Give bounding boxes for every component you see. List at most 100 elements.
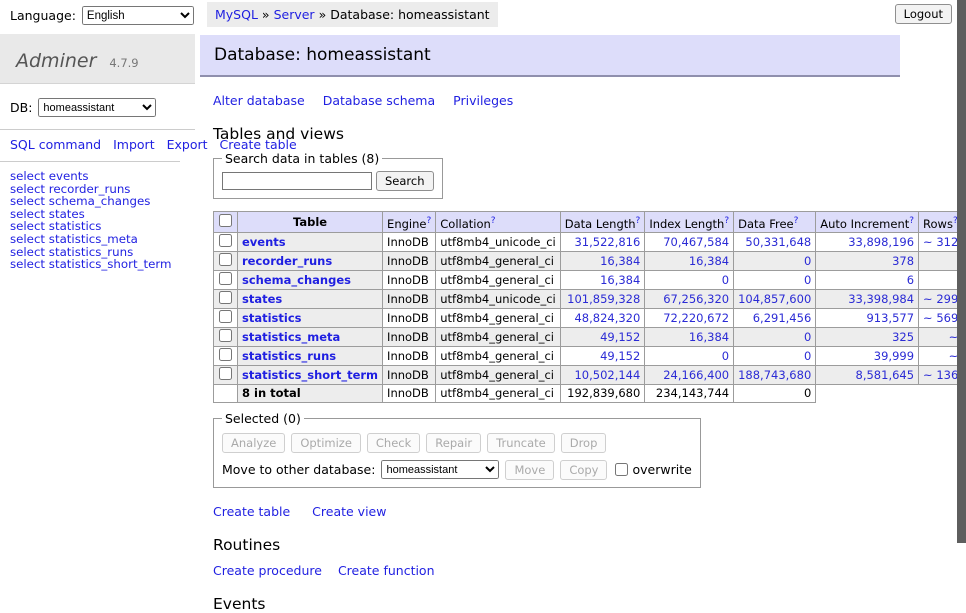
table-name-link[interactable]: events [242,235,286,249]
row-checkbox[interactable] [219,253,232,266]
data_length-value[interactable]: 16,384 [600,254,640,268]
index_length-value[interactable]: 72,220,672 [663,311,729,325]
auto_increment-value[interactable]: 33,398,984 [848,292,914,306]
table-row: statistics_metaInnoDButf8mb4_general_ci4… [214,327,966,346]
create-function-link[interactable]: Create function [338,563,435,578]
auto_increment-value[interactable]: 378 [892,254,914,268]
create-procedure-link[interactable]: Create procedure [213,563,322,578]
index_length-value[interactable]: 0 [722,273,729,287]
table-name-cell: statistics_short_term [238,365,383,384]
data_length-value[interactable]: 49,152 [600,349,640,363]
move-database-select[interactable]: homeassistant [381,460,499,479]
data_free-value[interactable]: 188,743,680 [738,368,811,382]
engine-cell: InnoDB [383,327,436,346]
data_length-cell: 16,384 [560,270,645,289]
row-checkbox[interactable] [219,291,232,304]
row-checkbox-cell [214,251,238,270]
data_length-value[interactable]: 16,384 [600,273,640,287]
index_length-value[interactable]: 70,467,584 [663,235,729,249]
row-checkbox[interactable] [219,367,232,380]
language-select[interactable]: English [82,6,194,25]
auto_increment-cell: 39,999 [816,346,919,365]
auto_increment-cell: 6 [816,270,919,289]
data_length-value[interactable]: 49,152 [600,330,640,344]
index_length-value[interactable]: 67,256,320 [663,292,729,306]
engine-cell: InnoDB [383,232,436,251]
data_free-value[interactable]: 0 [804,330,811,344]
data_free-value[interactable]: 0 [804,254,811,268]
auto_increment-value[interactable]: 33,898,196 [848,235,914,249]
row-checkbox[interactable] [219,348,232,361]
table-name-link[interactable]: schema_changes [242,273,351,287]
data_free-value[interactable]: 104,857,600 [738,292,811,306]
sidebar-item-select-schema-changes[interactable]: select schema_changes [10,195,185,208]
data_length-value[interactable]: 31,522,816 [574,235,640,249]
help-icon[interactable]: ? [426,216,431,226]
collation-cell: utf8mb4_unicode_ci [436,232,561,251]
create-table-link[interactable]: Create table [213,504,290,519]
data_length-value[interactable]: 101,859,328 [567,292,640,306]
app-name[interactable]: Adminer [16,50,96,72]
data_free-value[interactable]: 6,291,456 [753,311,812,325]
sidebar-link-import[interactable]: Import [113,137,155,152]
index_length-value[interactable]: 0 [722,349,729,363]
repair-button: Repair [426,433,481,453]
language-label: Language: [10,8,76,23]
auto_increment-cell: 378 [816,251,919,270]
row-checkbox[interactable] [219,329,232,342]
db-select[interactable]: homeassistant [38,98,156,117]
help-icon[interactable]: ? [794,216,799,226]
index_length-value[interactable]: 16,384 [689,330,729,344]
table-name-link[interactable]: statistics_short_term [242,368,378,382]
data_length-cell: 49,152 [560,346,645,365]
help-icon[interactable]: ? [724,216,729,226]
index_length-cell: 16,384 [645,327,734,346]
data_free-cell: 0 [734,270,816,289]
row-checkbox[interactable] [219,272,232,285]
row-checkbox[interactable] [219,234,232,247]
help-icon[interactable]: ? [636,216,641,226]
data_free-value[interactable]: 0 [804,349,811,363]
table-name-link[interactable]: statistics_runs [242,349,336,363]
data_length-cell: 16,384 [560,251,645,270]
data_free-value[interactable]: 50,331,648 [745,235,811,249]
auto_increment-value[interactable]: 8,581,645 [856,368,915,382]
index_length-value[interactable]: 16,384 [689,254,729,268]
collation-cell: utf8mb4_general_ci [436,270,561,289]
auto_increment-value[interactable]: 913,577 [866,311,914,325]
sidebar-item-select-statistics-short-term[interactable]: select statistics_short_term [10,258,185,271]
total-empty-cell [214,384,238,402]
data_free-value[interactable]: 0 [804,273,811,287]
sidebar-item-select-events[interactable]: select events [10,170,185,183]
overwrite-checkbox[interactable] [615,463,628,476]
logout-button[interactable]: Logout [895,4,952,24]
alter-database-link[interactable]: Alter database [213,93,305,108]
table-name-link[interactable]: states [242,292,282,306]
table-name-link[interactable]: statistics [242,311,302,325]
auto_increment-value[interactable]: 6 [907,273,914,287]
search-input[interactable] [222,172,372,190]
database-schema-link[interactable]: Database schema [323,93,435,108]
sidebar-link-sql-command[interactable]: SQL command [10,137,101,152]
auto_increment-cell: 8,581,645 [816,365,919,384]
total-engine-cell: InnoDB [383,384,436,402]
privileges-link[interactable]: Privileges [453,93,513,108]
create-view-link[interactable]: Create view [312,504,386,519]
index_length-value[interactable]: 24,166,400 [663,368,729,382]
select-all-checkbox[interactable] [219,214,232,227]
help-icon[interactable]: ? [491,216,496,226]
help-icon[interactable]: ? [909,216,914,226]
search-button[interactable]: Search [376,171,434,191]
sidebar-item-select-statistics-meta[interactable]: select statistics_meta [10,233,185,246]
auto_increment-value[interactable]: 39,999 [874,349,914,363]
breadcrumb-server[interactable]: Server [274,7,315,22]
vertical-scrollbar[interactable] [957,0,966,543]
auto_increment-value[interactable]: 325 [892,330,914,344]
breadcrumb-mysql[interactable]: MySQL [215,7,258,22]
engine-cell: InnoDB [383,270,436,289]
table-name-link[interactable]: statistics_meta [242,330,340,344]
table-name-link[interactable]: recorder_runs [242,254,332,268]
data_length-value[interactable]: 48,824,320 [574,311,640,325]
row-checkbox[interactable] [219,310,232,323]
data_length-value[interactable]: 10,502,144 [574,368,640,382]
